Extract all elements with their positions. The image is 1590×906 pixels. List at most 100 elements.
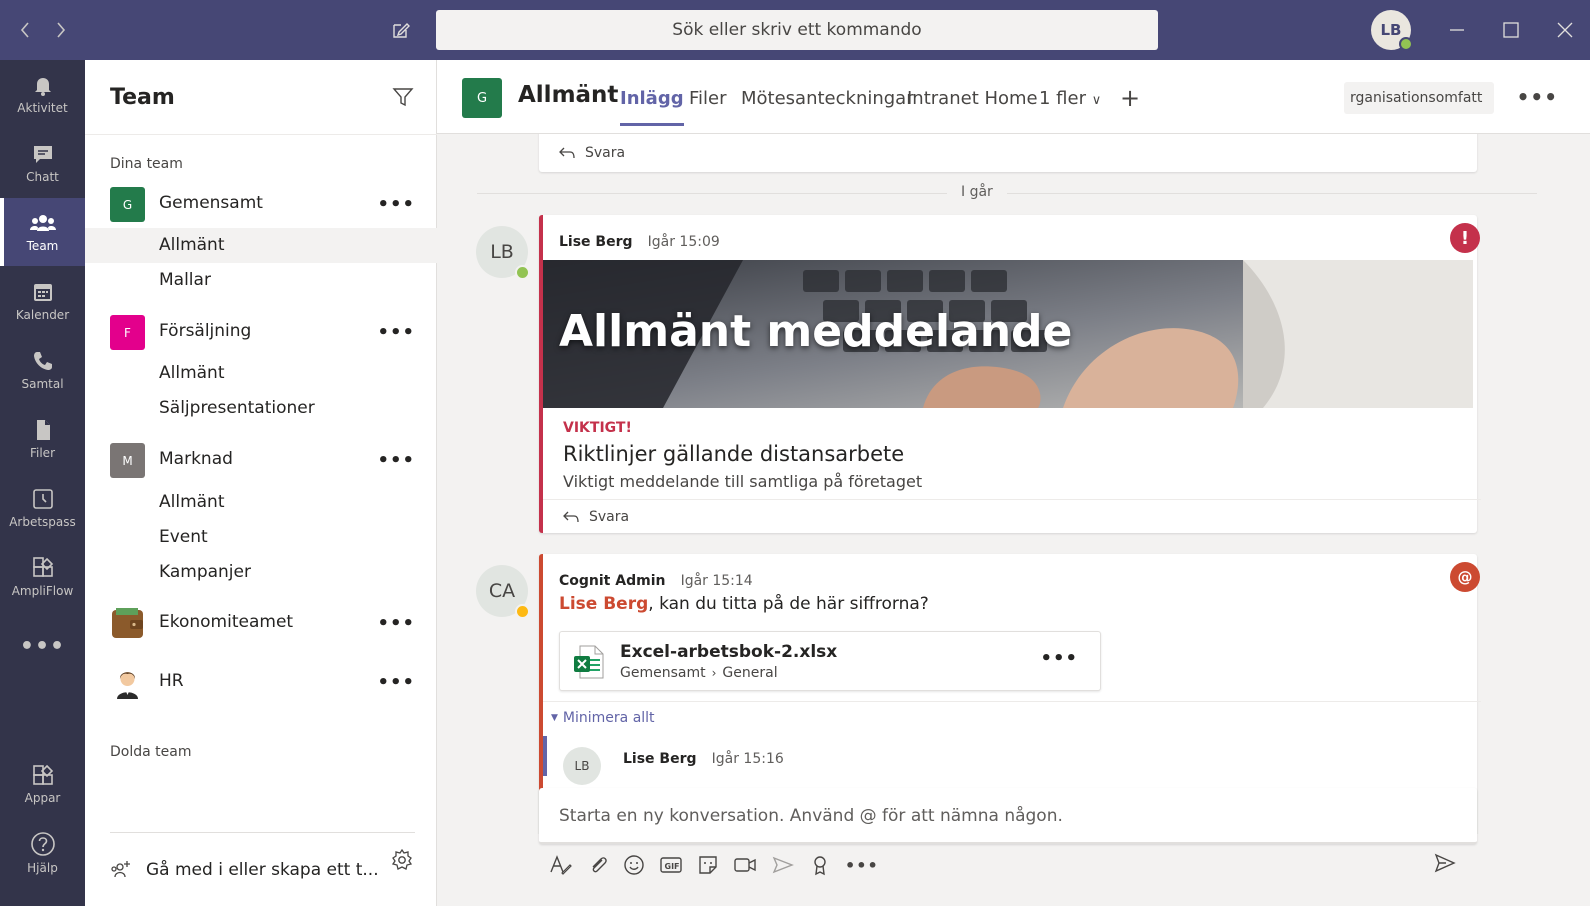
main-content: G Allmänt Inlägg Filer Mötesanteckningar…: [437, 60, 1590, 906]
team-row-hr[interactable]: HR •••: [85, 660, 437, 706]
channel-more-button[interactable]: •••: [1517, 85, 1558, 109]
team-more-button[interactable]: •••: [377, 322, 415, 343]
rail-label: AmpliFlow: [11, 584, 74, 598]
filter-icon[interactable]: [392, 86, 414, 108]
excel-file-icon: [574, 645, 604, 679]
rail-item-ampliflow[interactable]: AmpliFlow: [0, 543, 85, 611]
channel-item-event[interactable]: Event: [85, 520, 437, 555]
rail-item-activity[interactable]: Aktivitet: [0, 60, 85, 128]
chevron-right-icon: ›: [711, 666, 717, 680]
team-row-ekonomiteamet[interactable]: Ekonomiteamet •••: [85, 601, 437, 647]
message-time: Igår 15:16: [711, 751, 784, 767]
rail-label: Aktivitet: [17, 101, 68, 115]
collapse-all-button[interactable]: ▼ Minimera allt: [543, 701, 1481, 733]
wallet-icon: [110, 606, 145, 641]
forward-arrow-icon[interactable]: [54, 20, 68, 40]
presence-away-icon: [515, 604, 530, 619]
send-icon[interactable]: [1433, 851, 1457, 875]
gif-icon[interactable]: GIF: [659, 854, 683, 876]
message-author[interactable]: Lise Berg: [623, 751, 697, 767]
rail-item-chat[interactable]: Chatt: [0, 129, 85, 197]
team-more-button[interactable]: •••: [377, 194, 415, 215]
ampliflow-icon: [32, 557, 53, 577]
phone-icon: [33, 352, 52, 370]
chat-icon: [33, 146, 52, 163]
avatar[interactable]: LB: [476, 226, 530, 280]
message-author[interactable]: Cognit Admin: [559, 573, 665, 589]
channel-item-allmant[interactable]: Allmänt: [85, 228, 437, 263]
rail-item-apps[interactable]: Appar: [0, 750, 85, 818]
gear-icon[interactable]: [390, 848, 414, 872]
back-arrow-icon[interactable]: [18, 20, 32, 40]
channel-item-kampanjer[interactable]: Kampanjer: [85, 555, 437, 590]
more-options-icon[interactable]: •••: [845, 856, 879, 875]
rail-item-team[interactable]: Team: [0, 198, 85, 266]
emoji-icon[interactable]: [623, 854, 645, 876]
avatar[interactable]: LB: [563, 747, 601, 785]
rail-label: Arbetspass: [9, 515, 76, 529]
calendar-icon: [33, 284, 52, 301]
team-row-forsaljning[interactable]: F Försäljning •••: [85, 310, 437, 356]
reply-button[interactable]: Svara: [543, 499, 1481, 533]
file-attachment-card[interactable]: Excel-arbetsbok-2.xlsx Gemensamt › Gener…: [559, 631, 1101, 691]
tab-inlagg[interactable]: Inlägg: [620, 88, 684, 126]
reply-button[interactable]: Svara: [539, 136, 1477, 170]
team-name: Försäljning: [159, 321, 252, 341]
message-text: , kan du titta på de här siffrorna?: [648, 594, 929, 614]
reply-label: Svara: [585, 145, 626, 161]
mention-link[interactable]: Lise Berg: [559, 594, 648, 614]
reply-indicator: [543, 736, 547, 776]
search-input[interactable]: Sök eller skriv ett kommando: [436, 10, 1158, 50]
team-row-marknad[interactable]: M Marknad •••: [85, 438, 437, 484]
org-wide-button[interactable]: rganisationsomfatt: [1344, 82, 1494, 114]
team-more-button[interactable]: •••: [377, 672, 415, 693]
team-more-button[interactable]: •••: [377, 450, 415, 471]
attach-icon[interactable]: [587, 854, 609, 876]
maximize-icon[interactable]: [1502, 20, 1520, 40]
rail-item-calls[interactable]: Samtal: [0, 336, 85, 404]
close-icon[interactable]: [1556, 20, 1574, 40]
tab-filer[interactable]: Filer: [689, 88, 727, 109]
file-name: Excel-arbetsbok-2.xlsx: [620, 642, 838, 662]
stream-icon[interactable]: [771, 854, 795, 876]
add-tab-button[interactable]: +: [1120, 84, 1140, 112]
message-time: Igår 15:14: [680, 573, 753, 589]
clock-icon: [32, 489, 53, 509]
channel-item-allmant[interactable]: Allmänt: [85, 485, 437, 520]
conversation-feed[interactable]: Svara I går LB Lise Berg Igår 15:09 Allm…: [437, 134, 1590, 834]
team-row-gemensamt[interactable]: G Gemensamt •••: [85, 182, 437, 228]
channel-item-saljpresentationer[interactable]: Säljpresentationer: [85, 391, 437, 426]
format-icon[interactable]: [549, 854, 573, 876]
rail-more-button[interactable]: •••: [0, 612, 85, 680]
file-path: Gemensamt › General: [620, 665, 778, 681]
avatar[interactable]: CA: [476, 565, 530, 619]
team-more-button[interactable]: •••: [377, 613, 415, 634]
praise-icon[interactable]: [809, 854, 831, 876]
title-bar: Sök eller skriv ett kommando LB: [0, 0, 1590, 60]
meet-now-icon[interactable]: [733, 854, 757, 876]
rail-item-shifts[interactable]: Arbetspass: [0, 474, 85, 542]
tab-motesanteckningar[interactable]: Mötesanteckningar: [741, 88, 914, 109]
rail-label: Chatt: [26, 170, 59, 184]
tab-more[interactable]: 1 fler ∨: [1039, 88, 1101, 109]
channel-item-mallar[interactable]: Mallar: [85, 263, 437, 298]
new-chat-icon[interactable]: [391, 20, 411, 40]
join-create-team-button[interactable]: Gå med i eller skapa ett t...: [110, 850, 415, 890]
tab-intranet-home[interactable]: Intranet Home: [907, 88, 1038, 109]
team-avatar: M: [110, 443, 145, 478]
compose-toolbar: GIF •••: [549, 850, 893, 880]
hidden-teams-label[interactable]: Dolda team: [110, 744, 191, 760]
teams-pane: Team Dina team G Gemensamt ••• Allmänt M…: [85, 60, 437, 906]
rail-item-help[interactable]: Hjälp: [0, 819, 85, 887]
sticker-icon[interactable]: [697, 854, 719, 876]
rail-item-files[interactable]: Filer: [0, 405, 85, 473]
rail-label: Samtal: [21, 377, 64, 391]
svg-text:GIF: GIF: [665, 862, 680, 871]
user-avatar[interactable]: LB: [1371, 10, 1413, 51]
minimize-icon[interactable]: [1448, 20, 1466, 40]
compose-input[interactable]: Starta en ny konversation. Använd @ för …: [539, 788, 1477, 844]
rail-item-calendar[interactable]: Kalender: [0, 267, 85, 335]
file-more-button[interactable]: •••: [1040, 648, 1078, 669]
channel-item-allmant[interactable]: Allmänt: [85, 356, 437, 391]
message-author[interactable]: Lise Berg: [559, 234, 633, 250]
